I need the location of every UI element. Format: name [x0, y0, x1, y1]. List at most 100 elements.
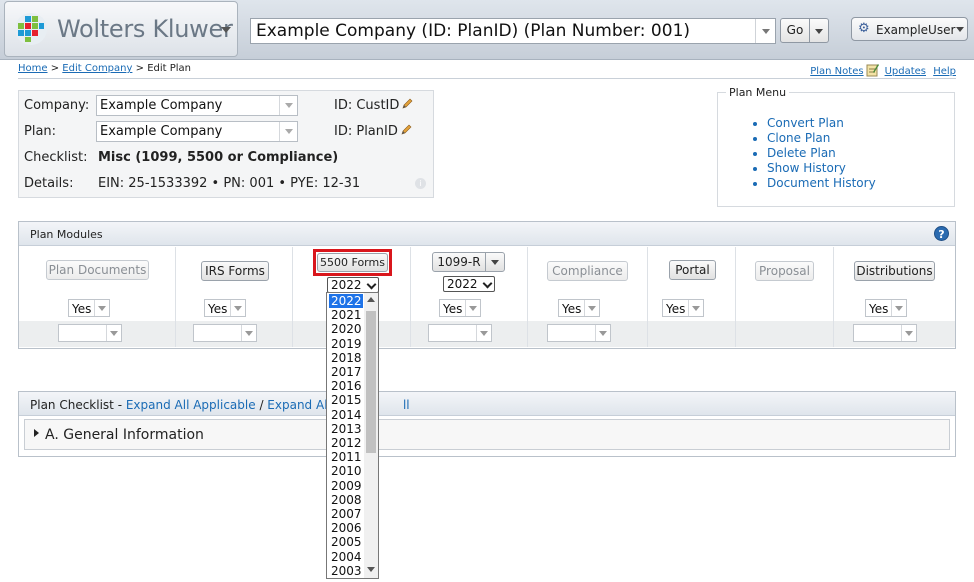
select-arrow[interactable]	[106, 325, 121, 341]
company-plan-select[interactable]: Example Company (ID: PlanID) (Plan Numbe…	[250, 18, 776, 44]
help-link[interactable]: Help	[933, 66, 956, 77]
delete-plan-link[interactable]: Delete Plan	[767, 146, 836, 160]
1099r-dropdown-button[interactable]	[485, 252, 505, 272]
select-arrow[interactable]	[230, 300, 245, 316]
plan-documents-yes-select[interactable]: Yes	[68, 299, 110, 317]
document-history-link[interactable]: Document History	[767, 176, 876, 190]
top-links: Plan Notes Updates Help	[806, 63, 956, 77]
updates-link[interactable]: Updates	[885, 66, 926, 77]
info-icon[interactable]: i	[415, 178, 426, 189]
year-option-2022[interactable]: 2022	[329, 294, 363, 308]
year-option-2013[interactable]: 2013	[329, 422, 363, 436]
1099r-yes-select[interactable]: Yes	[439, 299, 481, 317]
5500-year-dropdown-list[interactable]: 2022 2021 2020 2019 2018 2017 2016 2015 …	[326, 292, 379, 579]
year-option-2020[interactable]: 2020	[329, 322, 363, 336]
5500-forms-button[interactable]: 5500 Forms	[317, 253, 388, 272]
brand-menu-button[interactable]: Wolters Kluwer	[4, 1, 238, 57]
distributions-yes-select[interactable]: Yes	[865, 299, 907, 317]
5500-year-select[interactable]: 2022	[327, 277, 379, 293]
company-plan-select-arrow[interactable]	[755, 19, 775, 43]
user-menu-button[interactable]: ⚙ ExampleUser	[851, 17, 968, 41]
year-option-2009[interactable]: 2009	[329, 479, 363, 493]
company-label: Company:	[24, 98, 90, 113]
year-option-2005[interactable]: 2005	[329, 535, 363, 549]
notes-icon[interactable]	[866, 63, 879, 77]
select-value: Yes	[443, 302, 463, 316]
select-arrow[interactable]	[901, 325, 916, 341]
portal-yes-select[interactable]: Yes	[662, 299, 704, 317]
breadcrumb-home-link[interactable]: Home	[18, 63, 48, 74]
1099r-year-select[interactable]: 2022	[443, 276, 495, 292]
breadcrumb-edit-company-link[interactable]: Edit Company	[62, 63, 132, 74]
year-option-2004[interactable]: 2004	[329, 550, 363, 564]
pencil-edit-icon[interactable]	[401, 98, 413, 110]
year-option-2016[interactable]: 2016	[329, 379, 363, 393]
1099r-option-select[interactable]	[428, 324, 492, 342]
distributions-option-select[interactable]	[853, 324, 917, 342]
year-option-2015[interactable]: 2015	[329, 393, 363, 407]
scroll-up-arrow-icon[interactable]	[367, 297, 375, 302]
year-option-2018[interactable]: 2018	[329, 351, 363, 365]
year-option-2006[interactable]: 2006	[329, 521, 363, 535]
year-option-2003[interactable]: 2003	[329, 564, 363, 578]
go-dropdown-button[interactable]	[810, 18, 829, 43]
go-button[interactable]: Go	[780, 18, 810, 43]
portal-button[interactable]: Portal	[669, 260, 716, 280]
select-arrow[interactable]	[476, 325, 491, 341]
pencil-edit-icon[interactable]	[400, 124, 412, 136]
chevron-down-icon	[285, 129, 293, 134]
select-arrow[interactable]	[595, 325, 610, 341]
scroll-down-arrow-icon[interactable]	[367, 567, 375, 572]
year-option-2007[interactable]: 2007	[329, 507, 363, 521]
scrollbar-thumb[interactable]	[366, 311, 376, 453]
plan-select[interactable]: Example Company	[96, 121, 298, 142]
module-row: Yes	[648, 295, 735, 321]
collapse-all-link-tail[interactable]: ll	[403, 398, 410, 412]
expand-all-link[interactable]: Expand All	[267, 398, 331, 412]
irs-forms-yes-select[interactable]: Yes	[204, 299, 246, 317]
distributions-button[interactable]: Distributions	[854, 261, 935, 281]
plan-documents-option-select[interactable]	[58, 324, 122, 342]
select-arrow[interactable]	[688, 300, 703, 316]
convert-plan-link[interactable]: Convert Plan	[767, 116, 844, 130]
select-arrow[interactable]	[891, 300, 906, 316]
year-option-2012[interactable]: 2012	[329, 436, 363, 450]
compliance-button[interactable]: Compliance	[547, 261, 628, 281]
plan-modules-header: Plan Modules ?	[19, 222, 955, 246]
year-option-2011[interactable]: 2011	[329, 450, 363, 464]
select-arrow[interactable]	[94, 300, 109, 316]
module-compliance: Compliance Yes	[528, 247, 648, 347]
module-row	[411, 321, 527, 347]
plan-notes-link[interactable]: Plan Notes	[810, 66, 863, 77]
proposal-button[interactable]: Proposal	[755, 261, 814, 281]
compliance-option-select[interactable]	[547, 324, 611, 342]
year-option-2019[interactable]: 2019	[329, 337, 363, 351]
select-arrow[interactable]	[465, 300, 480, 316]
plan-documents-button[interactable]: Plan Documents	[46, 260, 149, 280]
select-arrow[interactable]	[241, 325, 256, 341]
help-icon[interactable]: ?	[934, 226, 949, 241]
year-option-2021[interactable]: 2021	[329, 308, 363, 322]
company-select-arrow[interactable]	[279, 96, 297, 115]
chevron-down-icon	[285, 103, 293, 108]
chevron-down-icon	[482, 278, 493, 289]
year-option-2008[interactable]: 2008	[329, 493, 363, 507]
chevron-down-icon	[895, 306, 903, 311]
company-select[interactable]: Example Company	[96, 95, 298, 116]
module-row	[648, 321, 735, 347]
select-arrow[interactable]	[584, 300, 599, 316]
dropdown-scrollbar[interactable]	[364, 293, 378, 578]
year-option-2017[interactable]: 2017	[329, 365, 363, 379]
clone-plan-link[interactable]: Clone Plan	[767, 131, 830, 145]
compliance-yes-select[interactable]: Yes	[558, 299, 600, 317]
irs-forms-button[interactable]: IRS Forms	[201, 261, 269, 281]
plan-select-arrow[interactable]	[279, 122, 297, 141]
chevron-down-icon	[98, 306, 106, 311]
year-option-2014[interactable]: 2014	[329, 408, 363, 422]
expand-all-applicable-link[interactable]: Expand All Applicable	[126, 398, 256, 412]
checklist-section-general-information[interactable]: A. General Information	[24, 419, 950, 450]
show-history-link[interactable]: Show History	[767, 161, 846, 175]
1099r-button[interactable]: 1099-R	[432, 252, 486, 272]
year-option-2010[interactable]: 2010	[329, 464, 363, 478]
irs-forms-option-select[interactable]	[193, 324, 257, 342]
